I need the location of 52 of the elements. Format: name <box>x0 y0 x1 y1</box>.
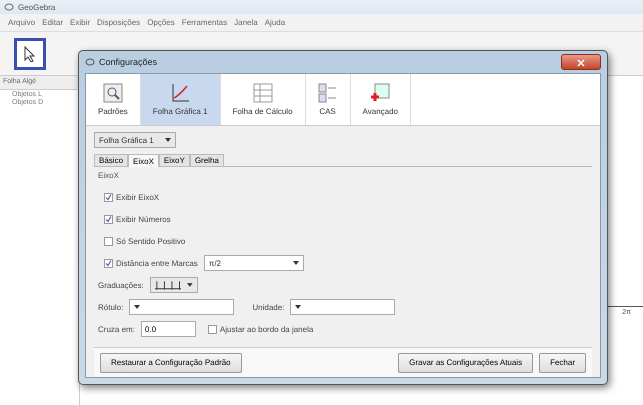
field-label: Rótulo: <box>98 302 124 312</box>
checkbox[interactable]: Só Sentido Positivo <box>104 236 186 246</box>
tab[interactable]: EixoY <box>158 154 190 166</box>
app-logo-icon <box>4 2 14 12</box>
menu-item[interactable]: Janela <box>234 18 258 27</box>
caret-icon <box>292 261 299 265</box>
menu-item[interactable]: Disposições <box>97 18 140 27</box>
graph-icon <box>170 83 190 103</box>
save-button[interactable]: Gravar as Configurações Atuais <box>398 352 534 372</box>
checkbox[interactable]: Exibir Números <box>104 214 171 224</box>
tab[interactable]: Básico <box>94 154 128 166</box>
close-button[interactable] <box>561 54 601 70</box>
caret-icon <box>165 138 171 142</box>
checkbox[interactable]: Exibir EixoX <box>104 192 160 202</box>
spreadsheet-icon <box>252 83 273 103</box>
restore-button[interactable]: Restaurar a Configuração Padrão <box>100 352 242 372</box>
field-label: Graduações: <box>98 280 144 290</box>
checkbox[interactable]: Distância entre Marcas <box>104 258 198 268</box>
dialog-title: Configurações <box>99 57 158 67</box>
pointer-icon <box>24 46 36 62</box>
caret-icon <box>187 283 193 287</box>
close-icon <box>577 59 585 67</box>
tick-style-dropdown[interactable] <box>150 277 198 293</box>
app-logo-icon <box>85 57 95 67</box>
view-dropdown[interactable]: Folha Gráfica 1 <box>94 132 176 148</box>
spacing-dropdown[interactable]: π/2 <box>204 255 304 271</box>
menu-item[interactable]: Ferramentas <box>182 18 228 27</box>
gear-plus-icon <box>370 83 390 103</box>
input-field[interactable]: 0.0 <box>140 321 196 337</box>
cas-icon <box>318 83 338 103</box>
caret-icon <box>295 305 302 309</box>
checkbox[interactable]: Ajustar ao bordo da janela <box>208 324 314 334</box>
menu-item[interactable]: Exibir <box>70 18 90 27</box>
tool-button[interactable] <box>14 38 46 70</box>
caret-icon <box>134 305 140 309</box>
tab[interactable]: Grelha <box>190 154 224 166</box>
group-title: EixoX <box>98 171 120 180</box>
menu-item[interactable]: Arquivo <box>8 18 36 27</box>
category-tab[interactable]: Folha Gráfica 1 <box>140 74 220 125</box>
check-icon <box>105 260 112 266</box>
menu-item[interactable]: Opções <box>147 18 175 27</box>
field-label: Unidade: <box>252 302 284 312</box>
check-icon <box>105 216 112 222</box>
tick-marks-icon <box>154 280 182 290</box>
magnifier-icon <box>102 83 123 103</box>
check-icon <box>105 194 112 200</box>
tab[interactable]: EixoX <box>128 154 159 167</box>
menu-item[interactable]: Editar <box>42 18 64 27</box>
window-title: GeoGebra <box>18 2 56 12</box>
field-label: Cruza em: <box>98 324 135 334</box>
menu-item[interactable]: Ajuda <box>264 18 286 27</box>
close-button[interactable]: Fechar <box>539 352 586 372</box>
